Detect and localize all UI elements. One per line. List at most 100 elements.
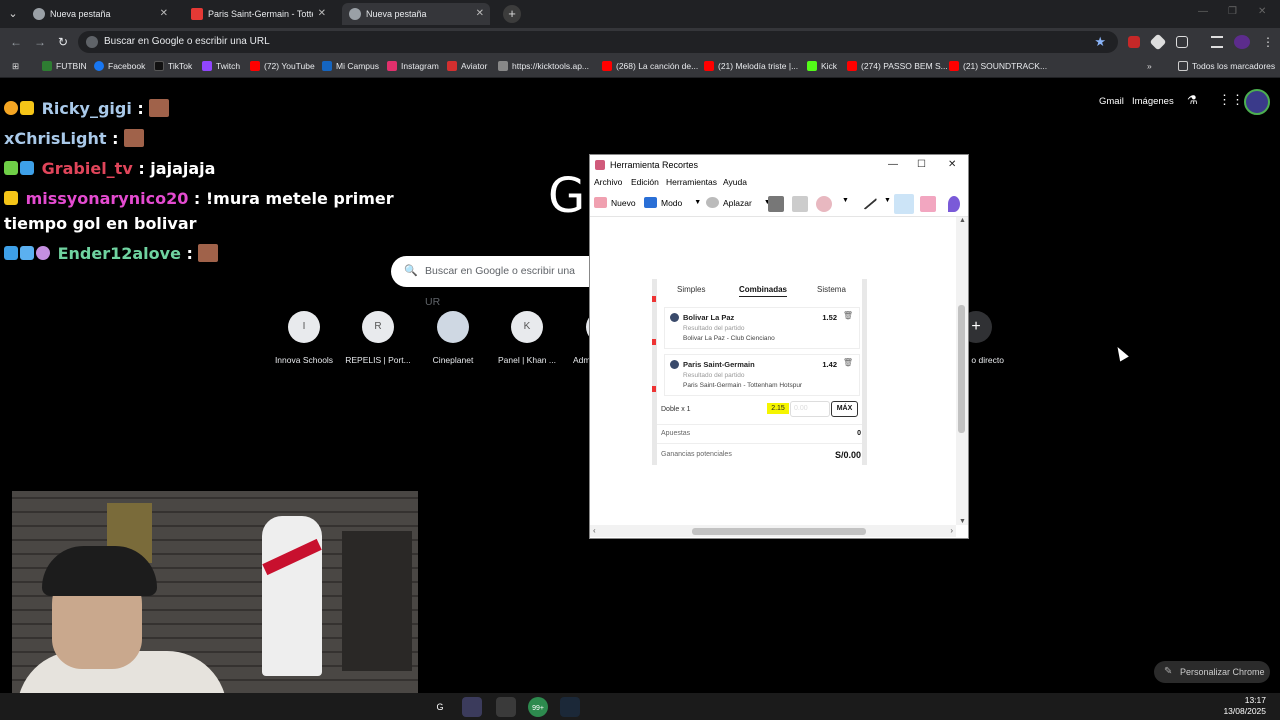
paint3d-icon[interactable] [948,196,960,212]
menu-herramientas[interactable]: Herramientas [666,177,717,187]
new-tab-button[interactable]: + [503,5,521,23]
close-tab-icon[interactable]: ✕ [160,3,168,25]
menu-archivo[interactable]: Archivo [594,177,622,187]
bookmark-youtube-268[interactable]: (268) La canción de... [602,61,698,71]
bookmark-youtube-melodia[interactable]: (21) Melodía triste |... [704,61,798,71]
bookmark-youtube-soundtrack[interactable]: (21) SOUNDTRACK... [949,61,1047,71]
extension-red-icon[interactable] [1128,36,1140,48]
horizontal-scroll-thumb[interactable] [692,528,866,535]
shortcut-repelis[interactable]: R REPELIS | Port... [338,311,418,365]
scroll-up-icon[interactable]: ▲ [959,217,966,224]
tab-search-icon[interactable]: ⌄ [4,5,22,23]
highlighter-icon[interactable] [894,194,914,214]
scroll-down-icon[interactable]: ▼ [959,518,966,525]
mouse-cursor [1113,344,1129,362]
bookmark-youtube[interactable]: (72) YouTube [250,61,315,71]
bookmark-tiktok[interactable]: TikTok [154,61,192,71]
minimize-icon[interactable]: — [1198,6,1208,17]
system-clock[interactable]: 13:17 13/08/2025 [1223,695,1266,717]
tab-title: Nueva pestaña [366,9,427,19]
tab-nueva-pestana-1[interactable]: Nueva pestaña ✕ [26,3,174,25]
combo-label: Doble x 1 [661,406,691,413]
google-apps-icon[interactable]: ⋮⋮ [1218,92,1244,108]
close-tab-icon[interactable]: ✕ [476,3,484,25]
shortcut-adm[interactable]: Adm [562,311,590,365]
more-bookmarks-icon[interactable]: » [1147,61,1152,71]
bookmark-aviator[interactable]: Aviator [447,61,487,71]
customize-chrome-button[interactable]: ✎ Personalizar Chrome [1154,661,1270,683]
eraser-icon[interactable] [920,196,936,212]
shortcut-innova-schools[interactable]: I Innova Schools [264,311,344,365]
snip-title-bar[interactable]: Herramienta Recortes — ☐ ✕ [590,155,968,175]
send-dropdown-icon[interactable]: ▼ [842,197,849,204]
ganancias-row: Ganancias potenciales S/0.00 [661,450,861,460]
labs-flask-icon[interactable]: ⚗ [1187,93,1198,107]
copy-icon[interactable] [792,196,808,212]
apps-grid-icon[interactable]: ⊞ [12,61,19,72]
profile-avatar-icon[interactable] [1234,35,1250,49]
bookmark-twitch[interactable]: Twitch [202,61,240,71]
menu-edicion[interactable]: Edición [631,177,659,187]
aplazar-button[interactable]: Aplazar▼ [706,197,771,208]
account-avatar[interactable] [1244,89,1270,115]
close-window-icon[interactable]: ✕ [1258,6,1266,17]
vertical-scroll-thumb[interactable] [958,305,965,433]
bookmark-futbin[interactable]: FUTBIN [42,61,87,71]
menu-kebab-icon[interactable]: ⋮ [1262,35,1274,49]
minimize-icon[interactable]: — [888,155,898,175]
vertical-scrollbar[interactable]: ▲ ▼ [956,217,968,525]
scroll-left-icon[interactable]: ‹ [593,526,596,535]
shortcut-khan[interactable]: K Panel | Khan ... [487,311,567,365]
maximize-icon[interactable]: ☐ [917,155,926,175]
reload-icon[interactable]: ↻ [58,35,68,49]
sub-badge-icon [20,161,34,175]
restore-icon[interactable]: ❐ [1228,6,1237,17]
horizontal-scrollbar[interactable]: ‹ › [590,525,956,537]
scissors-icon [595,160,605,170]
bookmark-kick[interactable]: Kick [807,61,837,71]
bet-match: Bolivar La Paz - Club Cienciano [683,335,775,342]
discord-icon[interactable] [462,697,482,717]
crown-badge-icon [4,191,18,205]
tab-psg-tottenham[interactable]: Paris Saint-Germain - Tottenham ✕ [184,3,332,25]
back-icon[interactable]: ← [10,35,22,49]
send-icon[interactable] [816,196,832,212]
close-tab-icon[interactable]: ✕ [318,3,326,25]
bookmark-instagram[interactable]: Instagram [387,61,439,71]
whatsapp-icon[interactable]: 99+ [528,697,548,717]
gmail-link[interactable]: Gmail [1099,96,1124,107]
bookmark-label: (21) Melodía triste |... [718,61,799,71]
extension-diamond-icon[interactable] [1149,33,1167,51]
extensions-puzzle-icon[interactable] [1176,36,1188,48]
pen-icon[interactable] [858,192,878,210]
pen-dropdown-icon[interactable]: ▼ [884,197,891,204]
save-icon[interactable] [768,196,784,212]
modo-button[interactable]: Modo ▼ [644,197,701,208]
media-controls-icon[interactable] [1211,36,1223,48]
bookmark-label: Facebook [108,61,146,71]
forward-icon[interactable]: → [34,35,46,49]
bookmark-star-icon[interactable]: ★ [1094,31,1106,53]
scroll-right-icon[interactable]: › [950,526,953,535]
bookmark-mi-campus[interactable]: Mi Campus [322,61,379,71]
apuestas-row: Apuestas 0 [661,430,861,437]
address-bar[interactable]: Buscar en Google o escribir una URL ★ [78,31,1118,53]
bookmark-facebook[interactable]: Facebook [94,61,145,71]
bookmark-kicktools[interactable]: https://kicktools.ap... [498,61,589,71]
menu-ayuda[interactable]: Ayuda [723,177,747,187]
images-link[interactable]: Imágenes [1132,96,1174,107]
clock-icon [706,197,719,208]
steam-icon[interactable] [560,697,580,717]
search-placeholder: Buscar en Google o escribir una UR [425,265,575,308]
google-search-box[interactable]: 🔍 Buscar en Google o escribir una UR [391,256,591,308]
all-bookmarks[interactable]: Todos los marcadores [1178,61,1275,71]
tab-nueva-pestana-2[interactable]: Nueva pestaña ✕ [342,3,490,25]
snipping-tool-taskbar-icon[interactable] [496,697,516,717]
trash-icon: 🗑 [842,358,853,367]
nuevo-button[interactable]: Nuevo [594,197,636,208]
bookmark-youtube-passo[interactable]: (274) PASSO BEM S... [847,61,948,71]
taskbar-app-icon[interactable]: G [430,697,450,717]
bookmark-label: (268) La canción de... [616,61,699,71]
shortcut-cineplanet[interactable]: Cineplanet [413,311,493,365]
close-icon[interactable]: ✕ [948,155,956,175]
